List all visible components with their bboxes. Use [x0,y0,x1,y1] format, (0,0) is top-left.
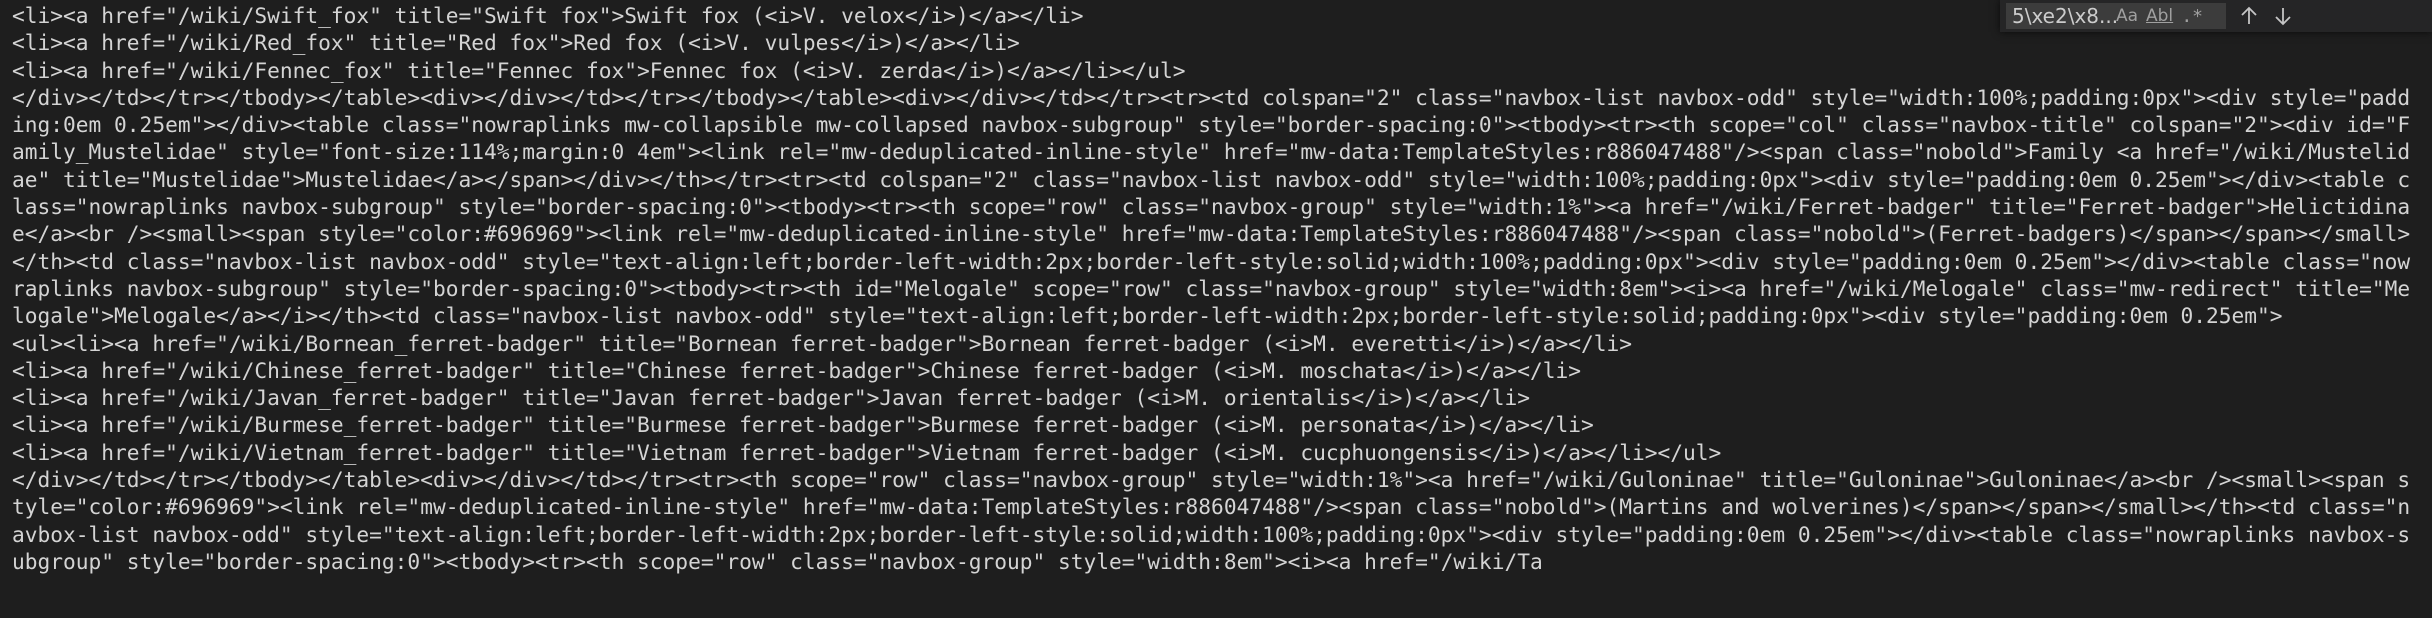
code-line: <li><a href="/wiki/Burmese_ferret-badger… [12,412,1594,438]
code-editor[interactable]: <li><a href="/wiki/Swift_fox" title="Swi… [0,0,2432,618]
code-line: <ul><li><a href="/wiki/Bornean_ferret-ba… [12,330,1633,356]
whole-word-toggle[interactable]: Abl [2146,3,2173,29]
code-line: </div></td></tr></tbody></table><div></d… [12,84,2411,329]
code-content[interactable]: <li><a href="/wiki/Swift_fox" title="Swi… [12,2,2422,575]
code-line: </div></td></tr></tbody></table><div></d… [12,467,2411,574]
code-line: <li><a href="/wiki/Vietnam_ferret-badger… [12,439,1722,465]
regex-toggle[interactable]: .* [2179,3,2205,29]
arrow-down-icon[interactable] [2269,2,2297,30]
match-case-toggle[interactable]: Aa [2114,3,2140,29]
find-widget: Aa Abl .* [2000,0,2432,32]
code-line: <li><a href="/wiki/Fennec_fox" title="Fe… [12,57,1186,83]
code-line: <li><a href="/wiki/Javan_ferret-badger" … [12,385,1530,411]
arrow-up-icon[interactable] [2235,2,2263,30]
code-line: <li><a href="/wiki/Red_fox" title="Red f… [12,30,1020,56]
code-line: <li><a href="/wiki/Chinese_ferret-badger… [12,357,1581,383]
